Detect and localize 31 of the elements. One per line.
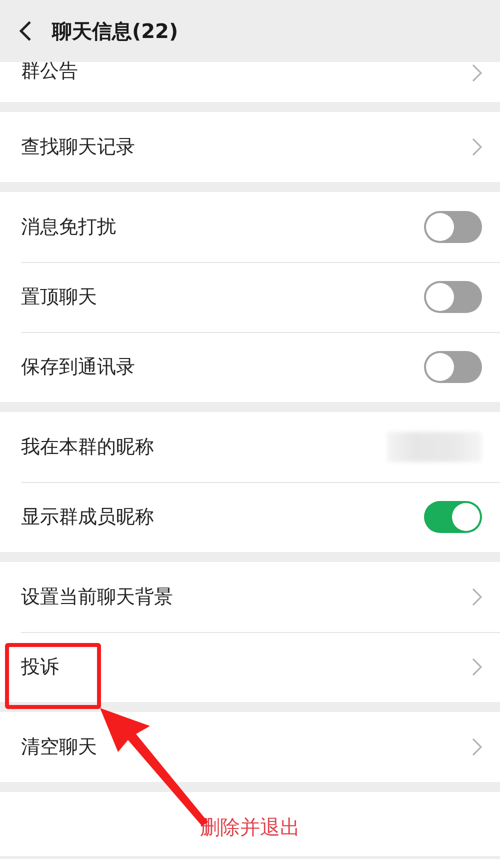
settings-row[interactable]: 群公告 [0,62,500,102]
chevron-icon [472,138,482,156]
settings-row[interactable]: 消息免打扰 [0,192,500,262]
back-icon[interactable] [18,20,32,42]
row-label: 清空聊天 [21,735,97,760]
row-label: 保存到通讯录 [21,355,135,380]
settings-row[interactable]: 投诉 [0,632,500,702]
chevron-icon [472,658,482,676]
toggle-switch[interactable] [424,351,482,383]
row-label: 我在本群的昵称 [21,435,154,460]
row-label: 设置当前聊天背景 [21,585,173,610]
row-label: 显示群成员昵称 [21,505,154,530]
row-label: 查找聊天记录 [21,135,135,160]
toggle-switch[interactable] [424,501,482,533]
chevron-icon [472,588,482,606]
settings-row[interactable]: 清空聊天 [0,712,500,782]
row-label: 置顶聊天 [21,285,97,310]
chevron-icon [472,738,482,756]
row-label: 投诉 [21,655,59,680]
toggle-switch[interactable] [424,281,482,313]
settings-row[interactable]: 我在本群的昵称 [0,412,500,482]
row-label: 消息免打扰 [21,215,116,240]
settings-row[interactable]: 查找聊天记录 [0,112,500,182]
chevron-icon [472,64,482,82]
row-label: 群公告 [21,60,78,83]
page-title: 聊天信息(22) [52,18,178,44]
settings-row[interactable]: 保存到通讯录 [0,332,500,402]
settings-row[interactable]: 设置当前聊天背景 [0,562,500,632]
settings-row[interactable]: 显示群成员昵称 [0,482,500,552]
toggle-switch[interactable] [424,211,482,243]
settings-row[interactable]: 置顶聊天 [0,262,500,332]
